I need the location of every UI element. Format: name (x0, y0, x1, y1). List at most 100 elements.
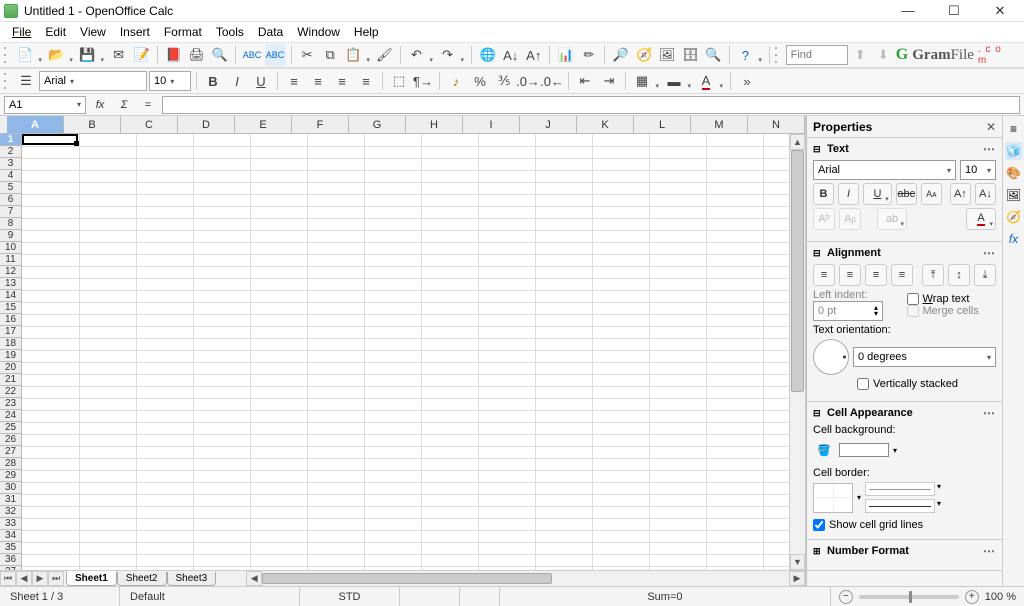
sort-desc-button[interactable]: A↑ (523, 44, 544, 66)
status-style[interactable]: Default (120, 587, 300, 606)
bgcolor-button[interactable]: ▬ (663, 70, 693, 92)
sidebar-close-button[interactable]: ✕ (986, 120, 996, 134)
hscroll-thumb[interactable] (262, 573, 552, 584)
border-preview[interactable] (813, 483, 853, 513)
column-header[interactable]: L (634, 116, 691, 133)
row-header[interactable]: 16 (0, 314, 21, 326)
menu-insert[interactable]: Insert (114, 23, 156, 41)
copy-button[interactable]: ⧉ (320, 44, 341, 66)
menu-format[interactable]: Format (158, 23, 208, 41)
zoom-button[interactable]: 🔍 (703, 44, 724, 66)
toolbar-overflow[interactable]: » (736, 70, 758, 92)
scroll-up-button[interactable]: ▲ (790, 134, 805, 150)
hyperlink-button[interactable]: 🌐 (477, 44, 498, 66)
row-header[interactable]: 20 (0, 362, 21, 374)
sb-strike-button[interactable]: abc (896, 183, 917, 205)
merge-cells-button[interactable]: ⬚ (388, 70, 410, 92)
standard-format-button[interactable]: ⅗ (493, 70, 515, 92)
export-pdf-button[interactable]: 📕 (163, 44, 184, 66)
sheet-tab[interactable]: Sheet1 (66, 571, 117, 586)
column-header[interactable]: A (7, 116, 64, 133)
row-header[interactable]: 4 (0, 170, 21, 182)
wrap-text-check[interactable]: WWrap textrap text (907, 293, 997, 305)
sb-align-left[interactable]: ≡ (813, 264, 835, 286)
functions-tab-icon[interactable]: fx (1005, 230, 1023, 248)
border-style-combo[interactable] (865, 482, 935, 496)
tab-prev-button[interactable]: ◀ (16, 571, 32, 586)
row-header[interactable]: 9 (0, 230, 21, 242)
paste-button[interactable]: 📋 (343, 44, 372, 66)
column-header[interactable]: B (64, 116, 121, 133)
stacked-check[interactable]: Vertically stacked (857, 378, 958, 390)
sb-sub-button[interactable]: Aᵦ (839, 208, 861, 230)
row-header[interactable]: 7 (0, 206, 21, 218)
function-equals-button[interactable]: = (138, 96, 158, 114)
sheet-tab[interactable]: Sheet3 (167, 572, 217, 586)
column-header[interactable]: M (691, 116, 748, 133)
column-header[interactable]: H (406, 116, 463, 133)
align-justify-button[interactable]: ≡ (355, 70, 377, 92)
bold-button[interactable]: B (202, 70, 224, 92)
print-button[interactable]: 🖨 (186, 44, 207, 66)
border-color-combo[interactable] (865, 499, 935, 513)
open-button[interactable]: 📂 (46, 44, 75, 66)
select-all-corner[interactable] (0, 116, 7, 134)
minimize-button[interactable]: — (888, 1, 928, 21)
show-draw-button[interactable]: ✏ (578, 44, 599, 66)
panel-more-icon[interactable]: ⋯ (983, 246, 996, 260)
row-header[interactable]: 23 (0, 398, 21, 410)
bg-color-swatch[interactable] (839, 443, 889, 457)
border-drop[interactable]: ▾ (857, 493, 861, 502)
align-center-button[interactable]: ≡ (307, 70, 329, 92)
spellcheck-button[interactable]: ABC (241, 44, 262, 66)
bg-color-drop[interactable]: ▾ (893, 446, 897, 455)
edit-doc-button[interactable]: 📝 (131, 44, 152, 66)
function-wizard-button[interactable]: fx (90, 96, 110, 114)
column-header[interactable]: F (292, 116, 349, 133)
row-header[interactable]: 35 (0, 542, 21, 554)
panel-more-icon[interactable]: ⋯ (983, 544, 996, 558)
column-headers[interactable]: ABCDEFGHIJKLMN (7, 116, 805, 134)
row-header[interactable]: 5 (0, 182, 21, 194)
gallery-tab-icon[interactable]: 🖼 (1005, 186, 1023, 204)
sidebar-menu-icon[interactable]: ≡ (1005, 120, 1023, 138)
gallery-button[interactable]: 🖼 (657, 44, 678, 66)
font-size-combo[interactable]: 10▾ (149, 71, 191, 91)
scroll-right-button[interactable]: ▶ (789, 571, 805, 586)
scroll-left-button[interactable]: ◀ (246, 571, 262, 586)
row-header[interactable]: 29 (0, 470, 21, 482)
column-header[interactable]: K (577, 116, 634, 133)
row-header[interactable]: 3 (0, 158, 21, 170)
decrease-indent-button[interactable]: ⇤ (574, 70, 596, 92)
sb-fontcolor-button[interactable]: A (966, 208, 996, 230)
zoom-out-button[interactable]: − (839, 590, 853, 604)
cell-grid[interactable] (22, 134, 789, 570)
grid-lines-check[interactable]: Show cell grid lines (813, 519, 996, 531)
row-header[interactable]: 1 (0, 134, 21, 146)
menu-data[interactable]: Data (252, 23, 289, 41)
menu-file[interactable]: File (6, 23, 37, 41)
italic-button[interactable]: I (226, 70, 248, 92)
font-name-combo[interactable]: Arial▾ (39, 71, 147, 91)
row-header[interactable]: 25 (0, 422, 21, 434)
row-header[interactable]: 36 (0, 554, 21, 566)
fontcolor-button[interactable]: A (695, 70, 725, 92)
sb-shadow-button[interactable]: Aᴀ (921, 183, 942, 205)
status-insert[interactable] (460, 587, 500, 606)
properties-tab-icon[interactable]: 🧊 (1005, 142, 1023, 160)
sb-bold-button[interactable]: B (813, 183, 834, 205)
underline-button[interactable]: U (250, 70, 272, 92)
menu-tools[interactable]: Tools (210, 23, 250, 41)
column-header[interactable]: C (121, 116, 178, 133)
scroll-down-button[interactable]: ▼ (790, 554, 805, 570)
formula-input[interactable] (162, 96, 1020, 114)
sb-italic-button[interactable]: I (838, 183, 859, 205)
row-header[interactable]: 28 (0, 458, 21, 470)
find-replace-button[interactable]: 🔎 (610, 44, 631, 66)
tab-first-button[interactable]: ⏮ (0, 571, 16, 586)
row-header[interactable]: 31 (0, 494, 21, 506)
row-header[interactable]: 17 (0, 326, 21, 338)
sb-grow-font-button[interactable]: A↑ (950, 183, 971, 205)
sum-button[interactable]: Σ (114, 96, 134, 114)
sb-valign-mid[interactable]: ↕ (948, 264, 970, 286)
